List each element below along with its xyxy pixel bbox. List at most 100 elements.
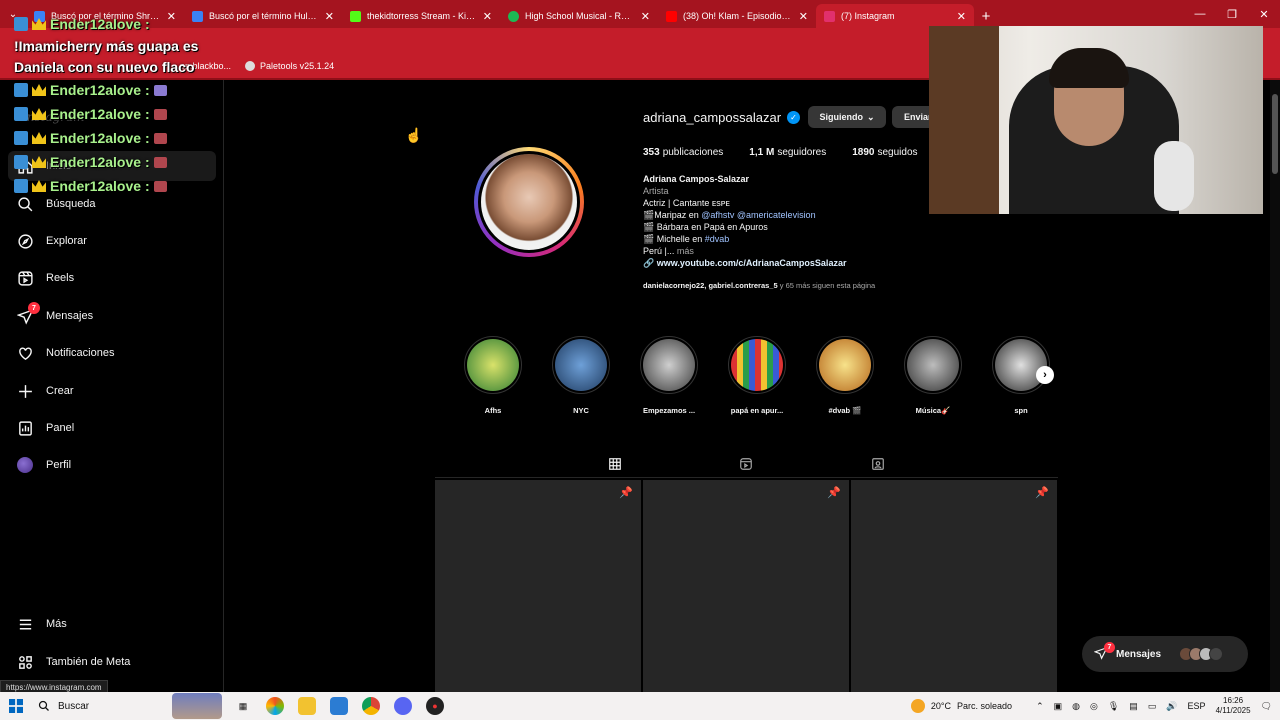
highlight-item[interactable]: papá en apur...: [726, 336, 788, 415]
highlight-cover: [640, 336, 698, 394]
tray-app-icon[interactable]: ▣: [1054, 701, 1063, 712]
bio-text: 🎬Maripaz en: [643, 210, 702, 220]
category: Artista: [643, 186, 669, 196]
sidebar-item-mas[interactable]: Más: [8, 609, 216, 639]
sidebar-item-reels[interactable]: Reels: [8, 263, 216, 293]
tray-app-icon[interactable]: ▤: [1129, 701, 1138, 712]
restore-button[interactable]: ❐: [1216, 0, 1248, 28]
profile-stats: 353 publicaciones 1,1 Mseguidores 1890 seg…: [643, 147, 918, 158]
bookmark-item[interactable]: Paletools v25.1.24: [245, 61, 334, 71]
tab-reels[interactable]: [724, 450, 768, 478]
mention-link[interactable]: @afhstv: [701, 210, 734, 220]
browser-tab[interactable]: High School Musical - Recopila ✕: [500, 4, 658, 28]
new-tab-button[interactable]: +: [974, 4, 998, 28]
notification-badge: 7: [1104, 642, 1115, 653]
verified-badge-icon: ✓: [787, 111, 801, 124]
close-icon[interactable]: ✕: [641, 10, 650, 23]
chrome-icon[interactable]: [362, 697, 380, 715]
clock[interactable]: 16:26 4/11/2025: [1216, 696, 1251, 716]
sidebar-item-crear[interactable]: Crear: [8, 376, 216, 406]
sidebar-item-panel[interactable]: Panel: [8, 413, 216, 443]
close-icon[interactable]: ✕: [957, 10, 966, 23]
followed-by[interactable]: danielacornejo22, gabriel.contreras_5 y …: [643, 281, 875, 290]
tagged-icon: [872, 458, 884, 470]
store-icon[interactable]: [330, 697, 348, 715]
discord-icon[interactable]: [394, 697, 412, 715]
highlight-item[interactable]: Empezamos ...: [638, 336, 700, 415]
post-thumbnail[interactable]: 📌: [851, 480, 1057, 692]
bio-line: Perú |... más: [643, 245, 923, 257]
highlight-cover: [904, 336, 962, 394]
menu-icon: [16, 615, 34, 633]
mention-link[interactable]: @americatelevision: [737, 210, 816, 220]
obs-icon[interactable]: ●: [426, 697, 444, 715]
chat-message: !Imamicherry más guapa es: [14, 38, 199, 54]
file-explorer-icon[interactable]: [298, 697, 316, 715]
sidebar-item-label: Notificaciones: [46, 347, 115, 359]
weather-widget[interactable]: 20°C Parc. soleado: [910, 699, 1012, 713]
tab-title: Buscó por el término Hulk - Gar: [209, 11, 319, 21]
scrollbar[interactable]: [1270, 80, 1280, 692]
stat-value: 1890: [852, 147, 875, 158]
close-icon[interactable]: ✕: [799, 10, 808, 23]
scrollbar-thumb[interactable]: [1272, 94, 1278, 174]
website-row[interactable]: 🔗 www.youtube.com/c/AdrianaCamposSalazar: [643, 257, 923, 269]
browser-tab[interactable]: Buscó por el término Hulk - Gar ✕: [184, 4, 342, 28]
crown-icon: [32, 18, 46, 30]
post-thumbnail[interactable]: 📌: [435, 480, 641, 692]
clock-date: 4/11/2025: [1215, 706, 1251, 715]
highlight-item[interactable]: Afhs: [462, 336, 524, 415]
hashtag-link[interactable]: #dvab: [705, 234, 730, 244]
close-window-button[interactable]: ✕: [1248, 0, 1280, 28]
highlight-item[interactable]: Música🎸: [902, 336, 964, 415]
post-thumbnail[interactable]: 📌: [643, 480, 849, 692]
notifications-icon[interactable]: 🗨: [1261, 701, 1272, 712]
more-link[interactable]: más: [677, 246, 694, 256]
browser-tab-active[interactable]: (7) Instagram ✕: [816, 4, 974, 28]
tray-app-icon[interactable]: ◍: [1072, 701, 1080, 712]
browser-tab[interactable]: (38) Oh! Klam - Episodio 10: Ad ✕: [658, 4, 816, 28]
chevron-up-icon[interactable]: ⌃: [1036, 701, 1044, 712]
notification-badge: 7: [28, 302, 40, 314]
profile-picture-ring[interactable]: [474, 147, 584, 257]
volume-icon[interactable]: 🔊: [1166, 701, 1177, 712]
stat-followers[interactable]: 1,1 Mseguidores: [749, 147, 826, 158]
browser-tab[interactable]: thekidtorress Stream - Kick Das ✕: [342, 4, 500, 28]
close-icon[interactable]: ✕: [325, 10, 334, 23]
sidebar-item-notificaciones[interactable]: Notificaciones: [8, 338, 216, 368]
emote-icon: [153, 108, 167, 120]
chevron-right-icon[interactable]: ›: [1036, 366, 1054, 384]
sidebar-item-mensajes[interactable]: 7 Mensajes: [8, 301, 216, 331]
tab-posts[interactable]: [593, 450, 637, 478]
followed-by-rest: y 65 más siguen esta página: [779, 281, 876, 290]
battery-icon[interactable]: ▭: [1148, 701, 1157, 712]
panel-icon: [16, 419, 34, 437]
sidebar-item-explorar[interactable]: Explorar: [8, 226, 216, 256]
website-link[interactable]: www.youtube.com/c/AdrianaCamposSalazar: [657, 258, 847, 268]
stat-following[interactable]: 1890 seguidos: [852, 147, 917, 158]
tray-app-icon[interactable]: ◎: [1090, 701, 1098, 712]
reels-icon: [16, 269, 34, 287]
highlight-item[interactable]: #dvab 🎬: [814, 336, 876, 415]
start-button[interactable]: [0, 692, 32, 720]
following-button[interactable]: Siguiendo ⌄: [808, 106, 886, 128]
highlight-item[interactable]: NYC: [550, 336, 612, 415]
language-indicator[interactable]: ESP: [1188, 701, 1206, 711]
stat-label: publicaciones: [662, 147, 724, 158]
sidebar-item-tambien-de-meta[interactable]: También de Meta: [8, 647, 216, 677]
highlight-label: Afhs: [484, 406, 502, 415]
copilot-icon[interactable]: [266, 697, 284, 715]
messages-pill[interactable]: 7 Mensajes: [1082, 636, 1248, 672]
stat-posts[interactable]: 353 publicaciones: [643, 147, 723, 158]
highlight-label: NYC: [573, 406, 589, 415]
sidebar-item-perfil[interactable]: Perfil: [8, 450, 216, 480]
minimize-button[interactable]: —: [1184, 0, 1216, 28]
microphone-icon[interactable]: 🎙: [1108, 701, 1119, 712]
highlight-label: Empezamos ...: [642, 406, 696, 415]
task-view-icon[interactable]: ▦: [234, 697, 252, 715]
sidebar-item-label: Crear: [46, 385, 74, 397]
chat-line: Ender12alove :: [14, 150, 198, 174]
sidebar-item-label: Perfil: [46, 459, 72, 471]
close-icon[interactable]: ✕: [483, 10, 492, 23]
tab-tagged[interactable]: [856, 450, 900, 478]
